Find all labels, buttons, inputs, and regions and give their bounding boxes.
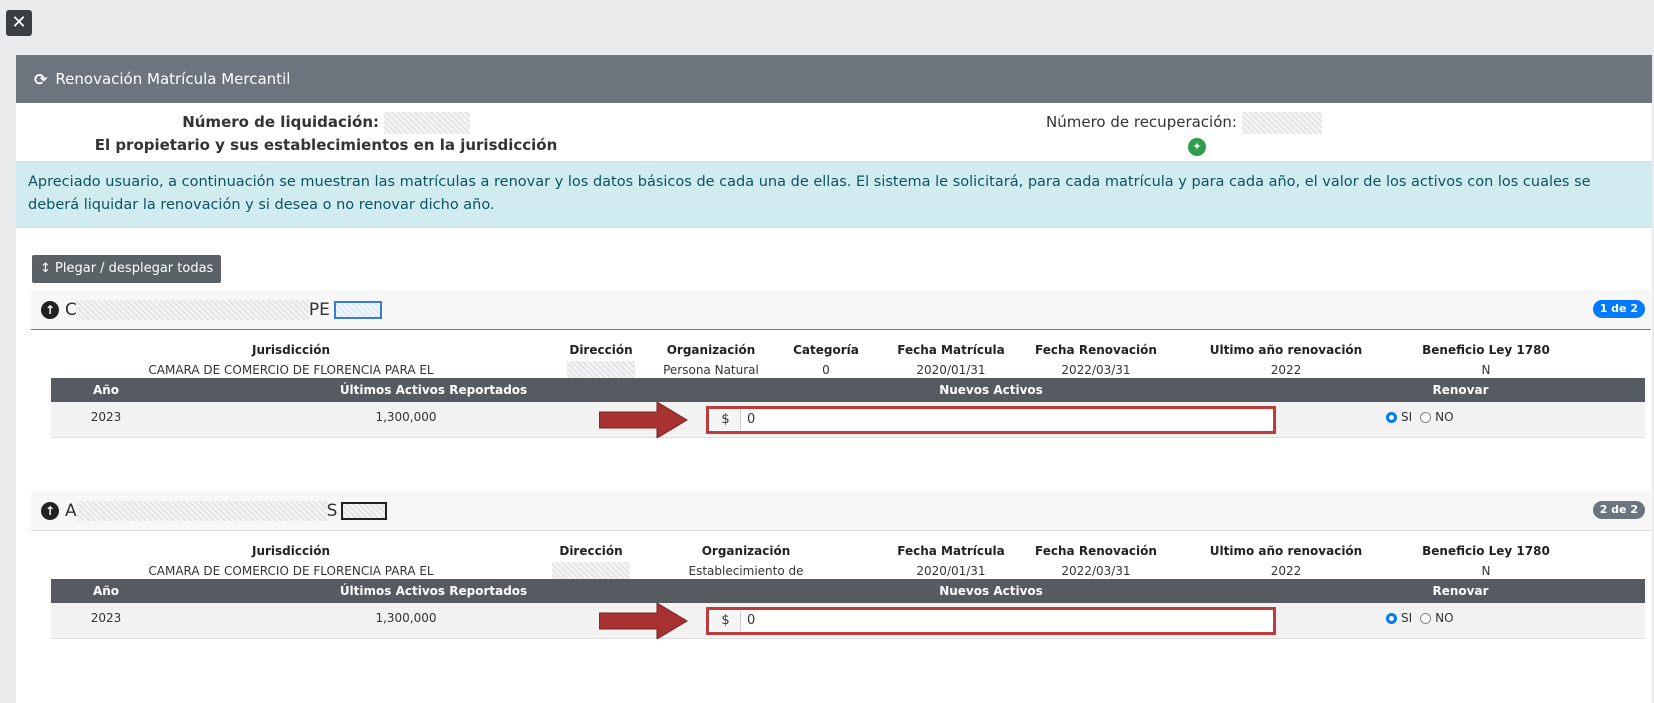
meta-label: Fecha Matrícula (897, 544, 1005, 558)
count-badge: 1 de 2 (1592, 300, 1645, 318)
meta-label: Categoría (793, 343, 859, 357)
th-renovar: Renovar (1432, 383, 1489, 397)
table-header: Año Últimos Activos Reportados Nuevos Ac… (51, 579, 1645, 603)
meta-label: Jurisdicción (251, 343, 330, 357)
meta-label: Dirección (559, 544, 623, 558)
renew-no-label: NO (1435, 611, 1454, 625)
police-icon: ✦ (1188, 138, 1206, 156)
info-row: Número de liquidación: El propietario y … (16, 103, 1652, 161)
registration-section-1: ↑ C PE 1 de 2 Jurisdicción CAMARA DE COM… (31, 290, 1651, 438)
registration-meta: Jurisdicción CAMARA DE COMERCIO DE FLORE… (31, 531, 1651, 598)
registrant-name-start: C (65, 299, 77, 320)
new-assets-value[interactable]: 0 (741, 410, 1273, 430)
renew-no-label: NO (1435, 410, 1454, 424)
toggle-all-button[interactable]: ↕ Plegar / desplegar todas (32, 255, 222, 283)
registrant-name-end: PE (308, 299, 330, 320)
recovery-number-redacted (1241, 111, 1322, 134)
currency-addon: $ (711, 611, 741, 631)
meta-label: Fecha Matrícula (897, 343, 1005, 357)
th-nuevos-activos: Nuevos Activos (939, 383, 1043, 397)
cell-ultimos-activos: 1,300,000 (375, 410, 437, 424)
th-renovar: Renovar (1432, 584, 1489, 598)
meta-value: 2022 (1270, 564, 1302, 578)
meta-value: 0 (822, 363, 830, 377)
table-row: 2023 1,300,000 $ 0 SI NO (51, 603, 1645, 639)
currency-addon: $ (711, 410, 741, 430)
meta-label: Beneficio Ley 1780 (1422, 544, 1550, 558)
section-header[interactable]: ↑ A S 2 de 2 (31, 491, 1651, 531)
modal-title: Renovación Matrícula Mercantil (55, 70, 291, 88)
renew-yes-radio[interactable] (1386, 612, 1397, 624)
meta-value: Persona Natural (663, 363, 759, 377)
registration-id-redacted (333, 300, 382, 319)
cell-anio: 2023 (90, 410, 122, 424)
section-header[interactable]: ↑ C PE 1 de 2 (31, 290, 1651, 330)
renew-radio-group: SI NO (1386, 402, 1454, 432)
renew-yes-radio[interactable] (1386, 411, 1397, 423)
th-anio: Año (92, 584, 120, 598)
th-ultimos-activos: Últimos Activos Reportados (339, 584, 528, 598)
count-badge: 2 de 2 (1592, 501, 1645, 519)
collapse-arrow-icon[interactable]: ↑ (41, 501, 59, 520)
renew-yes-label: SI (1401, 611, 1413, 625)
meta-label: Dirección (569, 343, 633, 357)
meta-label: Jurisdicción (251, 544, 330, 558)
registrant-name-redacted (76, 500, 327, 521)
meta-label: Organización (701, 544, 791, 558)
owner-text: El propietario y sus establecimientos en… (94, 136, 558, 154)
meta-label: Beneficio Ley 1780 (1422, 343, 1550, 357)
table-header: Año Últimos Activos Reportados Nuevos Ac… (51, 378, 1645, 402)
new-assets-input[interactable]: $ 0 (706, 607, 1276, 635)
th-ultimos-activos: Últimos Activos Reportados (339, 383, 528, 397)
registration-id-redacted (341, 501, 388, 520)
assets-table: Año Últimos Activos Reportados Nuevos Ac… (51, 378, 1645, 438)
modal-header: ⟳ Renovación Matrícula Mercantil (16, 55, 1652, 103)
renewal-modal: ⟳ Renovación Matrícula Mercantil Número … (16, 55, 1652, 703)
table-row: 2023 1,300,000 $ 0 SI NO (51, 402, 1645, 438)
renew-radio-group: SI NO (1386, 603, 1454, 633)
registration-meta: Jurisdicción CAMARA DE COMERCIO DE FLORE… (31, 330, 1651, 397)
meta-value: 2020/01/31 (916, 564, 986, 578)
th-anio: Año (92, 383, 120, 397)
meta-value: N (1481, 363, 1491, 377)
meta-label: Ultimo año renovación (1209, 343, 1363, 357)
renew-no-radio[interactable] (1420, 411, 1432, 423)
meta-label: Fecha Renovación (1035, 544, 1157, 558)
cell-anio: 2023 (90, 611, 122, 625)
registrant-name-redacted (76, 299, 309, 320)
meta-label: Ultimo año renovación (1209, 544, 1363, 558)
registrant-name-start: A (65, 500, 77, 521)
meta-label: Fecha Renovación (1035, 343, 1157, 357)
new-assets-input[interactable]: $ 0 (706, 406, 1276, 434)
refresh-icon: ⟳ (34, 69, 48, 89)
meta-value: 2022/03/31 (1061, 564, 1131, 578)
pointer-arrow-icon (599, 603, 688, 639)
close-icon[interactable]: ✕ (6, 10, 32, 36)
renew-yes-label: SI (1401, 410, 1413, 424)
renew-no-radio[interactable] (1420, 612, 1432, 624)
registration-section-2: ↑ A S 2 de 2 Jurisdicción CAMARA DE COME… (31, 491, 1651, 639)
info-alert: Apreciado usuario, a continuación se mue… (16, 161, 1652, 228)
liquidation-number-redacted (383, 111, 470, 134)
meta-label: Organización (666, 343, 756, 357)
new-assets-value[interactable]: 0 (741, 611, 1273, 631)
cell-ultimos-activos: 1,300,000 (375, 611, 437, 625)
collapse-arrow-icon[interactable]: ↑ (41, 300, 59, 319)
meta-value: 2022/03/31 (1061, 363, 1131, 377)
recovery-label: Número de recuperación: (1046, 113, 1237, 131)
liquidation-label: Número de liquidación: (182, 113, 380, 131)
meta-value: N (1481, 564, 1491, 578)
pointer-arrow-icon (599, 402, 688, 438)
page: ✕ ⟳ Renovación Matrícula Mercantil Númer… (0, 0, 1654, 703)
meta-value: 2020/01/31 (916, 363, 986, 377)
assets-table: Año Últimos Activos Reportados Nuevos Ac… (51, 579, 1645, 639)
meta-value: 2022 (1270, 363, 1302, 377)
th-nuevos-activos: Nuevos Activos (939, 584, 1043, 598)
registrant-name-end: S (326, 500, 338, 521)
